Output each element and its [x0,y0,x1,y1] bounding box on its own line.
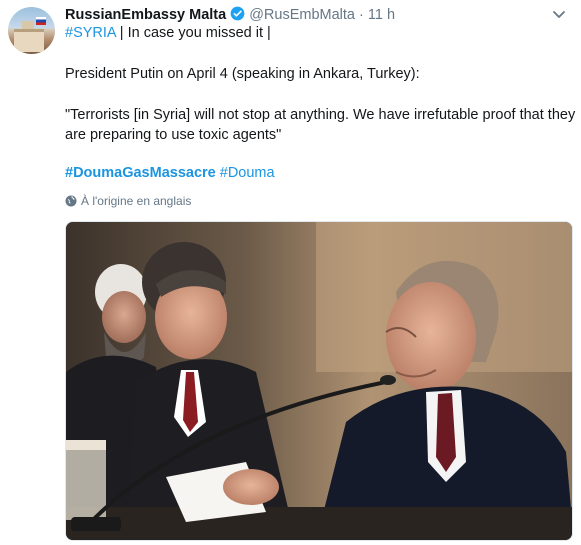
handle[interactable]: @RusEmbMalta [249,7,355,23]
tweet-photo[interactable] [65,221,573,541]
tweet-paragraph-1: President Putin on April 4 (speaking in … [65,66,420,82]
tweet-quote-line-1: "Terrorists [in Syria] will not stop at … [65,107,576,123]
display-name[interactable]: RussianEmbassy Malta [65,7,226,23]
globe-icon [65,195,77,211]
desk [66,507,572,540]
chevron-down-icon[interactable] [551,6,567,22]
water-glass [66,440,106,520]
hashtag-syria[interactable]: #SYRIA [65,25,116,41]
avatar-building [14,29,44,52]
line1-text: | In case you missed it | [115,25,271,41]
avatar[interactable] [8,7,55,54]
tweet-hashtags: #DoumaGasMassacre #Douma [65,162,275,184]
separator: · [359,7,364,23]
translated-from-label[interactable]: À l'origine en anglais [65,193,191,211]
tweet-text-line-1: #SYRIA | In case you missed it | [65,22,271,44]
timestamp[interactable]: 11 h [368,7,395,23]
hashtag-douma[interactable]: #Douma [220,165,275,181]
avatar-flag [36,17,46,25]
translated-from-text: À l'origine en anglais [81,194,192,208]
hashtag-douma-gas-massacre[interactable]: #DoumaGasMassacre [65,165,216,181]
tweet: RussianEmbassy Malta @RusEmbMalta · 11 h … [0,0,581,545]
tweet-quote-line-2: are preparing to use toxic agents" [65,127,282,143]
